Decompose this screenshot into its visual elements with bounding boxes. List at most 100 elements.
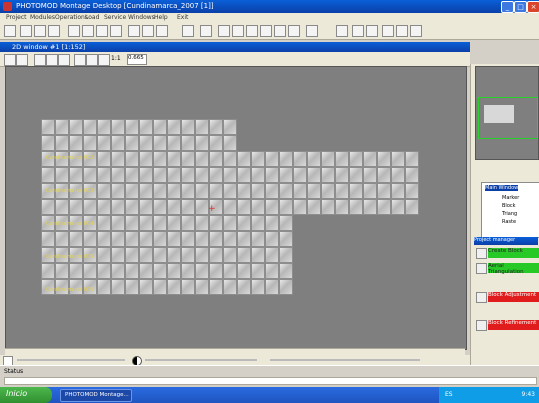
photo-tile [125,263,139,279]
canvas[interactable]: Cundinamarca 002 Cundinamarca 003 Cundin… [5,66,467,350]
start-button[interactable]: Inicio [0,387,52,403]
toolbar-icon[interactable] [410,25,422,37]
zoom-out-icon[interactable] [86,54,98,66]
tree-item[interactable]: Triang [502,211,517,217]
minimize-button[interactable]: _ [501,1,514,13]
photo-tile [293,183,307,199]
tree-item[interactable]: Marker [502,195,519,201]
toolbar-icon[interactable] [82,25,94,37]
menu-service[interactable]: Service [104,14,126,21]
maximize-button[interactable]: □ [514,1,527,13]
pm-check-icon[interactable] [476,320,487,331]
photo-tile [153,183,167,199]
toolbar-icon[interactable] [128,25,140,37]
photo-tile [251,199,265,215]
toolbar-icon[interactable] [34,25,46,37]
toolbar-icon[interactable] [246,25,258,37]
toolbar-icon[interactable] [110,25,122,37]
view-tool-icon[interactable] [98,54,110,66]
photo-tile [195,263,209,279]
brightness-slider[interactable] [17,359,125,361]
view-toolbar: 1:1 0.665 [0,52,470,67]
toolbar-icon[interactable] [274,25,286,37]
strip-label: Cundinamarca 002 [46,155,94,161]
view-tool-icon[interactable] [58,54,70,66]
toolbar-icon[interactable] [142,25,154,37]
photo-tile [223,151,237,167]
photo-tile [97,215,111,231]
aerial-triangulation-button[interactable]: Aerial Triangulation [488,263,539,275]
photo-tile [97,199,111,215]
photo-tile [97,263,111,279]
pm-arrow-up-icon[interactable] [476,263,487,274]
block-adjustment-button[interactable]: Block Adjustment [488,292,539,302]
pm-check-icon[interactable] [476,292,487,303]
photo-tile [181,231,195,247]
photo-tile [237,183,251,199]
menu-project[interactable]: Project [6,14,27,21]
photo-tile [237,247,251,263]
photo-tile [153,151,167,167]
language-indicator[interactable]: ES [445,391,453,398]
photo-tile [363,199,377,215]
close-button[interactable]: × [527,1,539,13]
toolbar-icon[interactable] [96,25,108,37]
photo-tile [335,199,349,215]
taskbar-item-photomod[interactable]: PHOTOMOD Montage... [60,389,132,402]
menu-operations[interactable]: Operations [55,14,88,21]
block-refinement-button[interactable]: Block Refinement [488,320,539,330]
photo-tile [69,231,83,247]
view-tool-icon[interactable] [16,54,28,66]
toolbar-icon[interactable] [306,25,318,37]
toolbar-icon[interactable] [352,25,364,37]
tree-root[interactable]: Main Window [485,185,519,191]
toolbar-icon[interactable] [156,25,168,37]
toolbar-icon[interactable] [182,25,194,37]
photo-tile [153,119,167,135]
photo-tile [405,199,419,215]
photo-tile [55,119,69,135]
toolbar-icon[interactable] [4,25,16,37]
strip-label: Cundinamarca 003 [46,188,94,194]
toolbar-icon[interactable] [232,25,244,37]
menu-exit[interactable]: Exit [177,14,188,21]
toolbar-icon[interactable] [68,25,80,37]
toolbar-icon[interactable] [288,25,300,37]
photo-tile [279,167,293,183]
tree-item[interactable]: Block [502,203,516,209]
menu-windows[interactable]: Windows [128,14,155,21]
view-tool-icon[interactable] [4,54,16,66]
photo-tile [181,151,195,167]
toolbar-icon[interactable] [20,25,32,37]
zoom-in-icon[interactable] [74,54,86,66]
toolbar-icon[interactable] [200,25,212,37]
toolbar-icon[interactable] [48,25,60,37]
photo-tile [279,247,293,263]
photo-tile [111,151,125,167]
toolbar-icon[interactable] [396,25,408,37]
overview-preview[interactable] [475,66,539,160]
toolbar-icon[interactable] [336,25,348,37]
photo-tile [167,119,181,135]
photo-tile [279,215,293,231]
gamma-slider[interactable] [270,359,420,361]
contrast-slider[interactable] [145,359,257,361]
toolbar-icon[interactable] [260,25,272,37]
menu-modules[interactable]: Modules [30,14,55,21]
menu-load[interactable]: Load [85,14,99,21]
view-tool-icon[interactable] [46,54,58,66]
menu-help[interactable]: Help [154,14,168,21]
photo-tile [55,263,69,279]
tree-item[interactable]: Raste [502,219,516,225]
view-tool-icon[interactable] [34,54,46,66]
zoom-input[interactable]: 0.665 [127,54,147,65]
toolbar-icon[interactable] [218,25,230,37]
toolbar-icon[interactable] [382,25,394,37]
photo-tile [195,151,209,167]
toolbar-icon[interactable] [366,25,378,37]
pm-check-icon[interactable] [476,248,487,259]
photo-tile [111,183,125,199]
create-block-button[interactable]: Create Block [488,248,539,258]
project-tree[interactable]: Main Window Marker Block Triang Raste [481,182,539,238]
photo-tile [279,151,293,167]
